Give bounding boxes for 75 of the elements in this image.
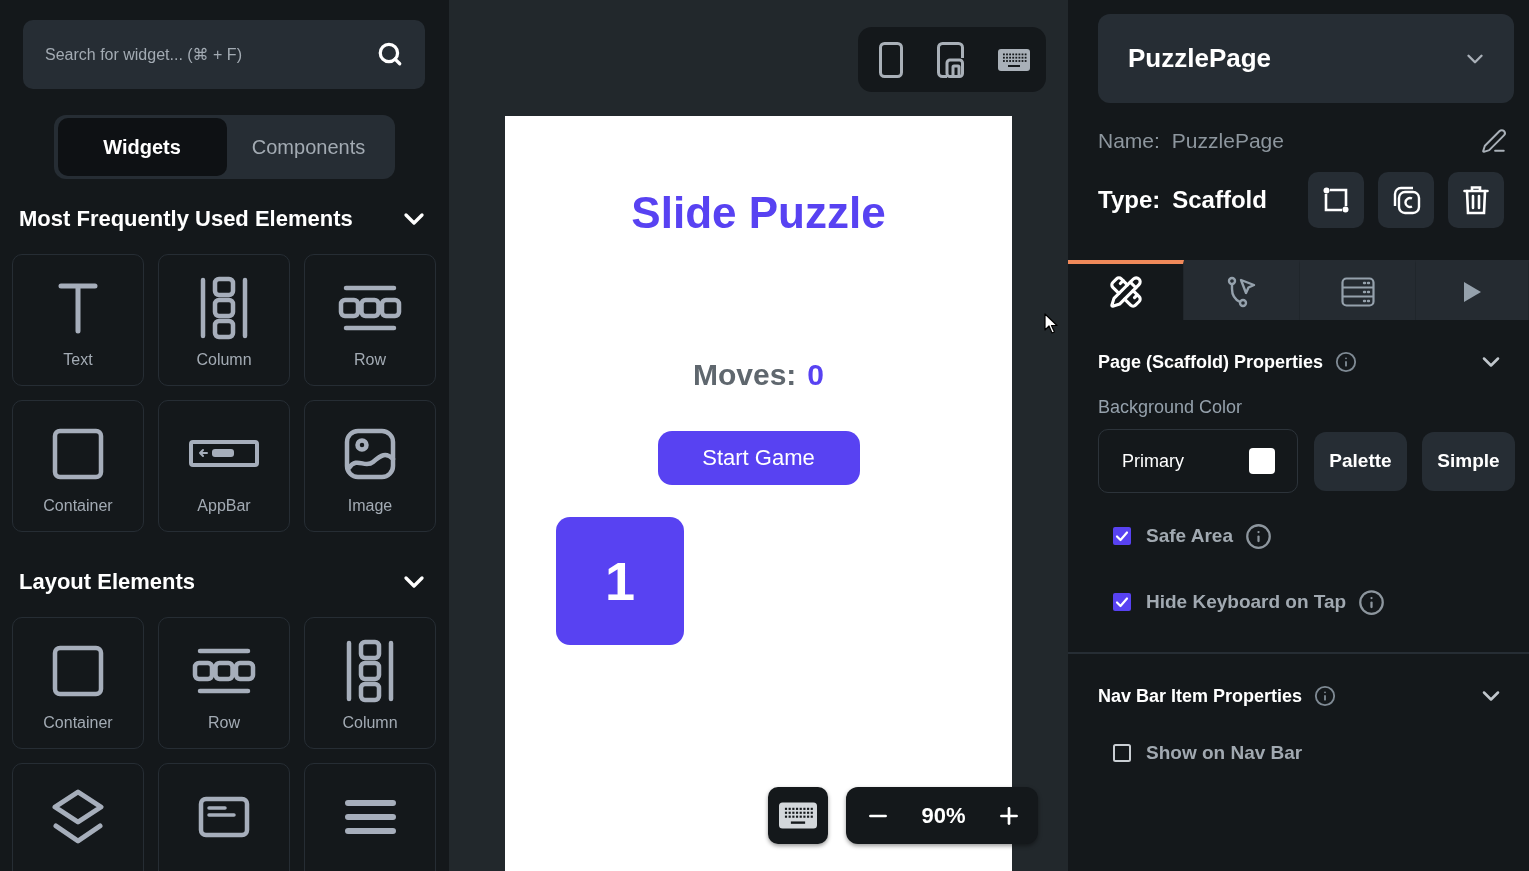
widget-tile[interactable]: Column — [304, 617, 436, 749]
layers-icon — [52, 789, 104, 845]
image-icon — [344, 428, 396, 480]
widget-tile[interactable]: Column — [158, 254, 290, 386]
app-bar-icon — [189, 440, 259, 468]
zoom-level: 90% — [921, 802, 966, 829]
moves-count: 0 — [807, 357, 824, 393]
option-label: Hide Keyboard on Tap — [1146, 591, 1347, 613]
list-lines-icon — [343, 799, 397, 835]
moves-label: Moves: — [692, 357, 797, 393]
widget-tile[interactable]: Container — [12, 617, 144, 749]
mode-button[interactable]: Palette — [1314, 431, 1407, 491]
widget-tile[interactable] — [158, 763, 290, 871]
checkbox[interactable] — [1113, 527, 1131, 545]
square-icon — [52, 645, 104, 697]
widget-tile[interactable]: Row — [304, 254, 436, 386]
card-icon — [198, 796, 250, 838]
letter-t-icon — [58, 282, 98, 334]
type-value: Scaffold — [1172, 186, 1267, 214]
widget-tile[interactable] — [304, 763, 436, 871]
field-label: Background Color — [1098, 397, 1244, 417]
search-icon[interactable] — [377, 41, 403, 67]
branch-cursor-icon — [1226, 276, 1257, 308]
widget-tile[interactable]: Container — [12, 400, 144, 532]
square-icon — [52, 428, 104, 480]
copy-icon — [1391, 185, 1421, 215]
section-title: Most Frequently Used Elements — [19, 206, 353, 232]
info-icon[interactable] — [1314, 685, 1337, 707]
server-icon — [1340, 277, 1375, 307]
duplicate-button[interactable] — [1378, 172, 1434, 228]
tab[interactable]: Widgets — [57, 118, 227, 176]
section-title: Nav Bar Item Properties — [1098, 685, 1303, 707]
checkbox[interactable] — [1113, 744, 1131, 762]
resize-square-icon — [1322, 186, 1350, 214]
app-title: Slide Puzzle — [631, 187, 886, 239]
pencil-icon[interactable] — [1481, 128, 1507, 154]
info-icon[interactable] — [1244, 522, 1272, 550]
start-game-button[interactable]: Start Game — [657, 431, 860, 485]
color-field[interactable]: Primary — [1098, 429, 1298, 493]
pencil-ruler-icon — [1108, 275, 1143, 309]
widget-tile[interactable]: Image — [304, 400, 436, 532]
section-title: Page (Scaffold) Properties — [1098, 351, 1324, 373]
widget-tile[interactable] — [12, 763, 144, 871]
play-icon — [1463, 282, 1481, 302]
option-label: Show on Nav Bar — [1146, 742, 1303, 764]
widget-tile[interactable]: Text — [12, 254, 144, 386]
section-title: Layout Elements — [19, 569, 196, 595]
info-icon[interactable] — [1358, 588, 1386, 616]
tab[interactable]: Components — [226, 118, 391, 176]
search-field[interactable]: Search for widget... (⌘ + F) — [23, 20, 425, 89]
name-label: Name: — [1098, 129, 1160, 153]
puzzle-tile[interactable]: 1 — [556, 517, 684, 645]
name-value: PuzzlePage — [1171, 129, 1285, 153]
column-layout-icon — [346, 639, 394, 703]
delete-button[interactable] — [1448, 172, 1504, 228]
column-layout-icon — [200, 276, 248, 340]
mode-button[interactable]: Simple — [1422, 431, 1515, 491]
type-label: Type: — [1098, 186, 1161, 214]
page-selector[interactable]: PuzzlePage — [1098, 14, 1514, 103]
keyboard-icon[interactable] — [779, 802, 817, 829]
info-icon[interactable] — [1335, 351, 1358, 373]
keyboard-icon[interactable] — [998, 48, 1030, 71]
widget-tile[interactable]: Row — [158, 617, 290, 749]
option-label: Safe Area — [1146, 525, 1233, 547]
transform-button[interactable] — [1308, 172, 1364, 228]
row-layout-icon — [338, 285, 402, 331]
row-layout-icon — [192, 648, 256, 694]
keyboard-button[interactable] — [768, 787, 828, 844]
smartphone-icon[interactable] — [879, 41, 903, 78]
checkbox[interactable] — [1113, 593, 1131, 611]
tablet-phone-icon[interactable] — [937, 41, 964, 78]
panel-tab[interactable] — [1068, 260, 1184, 320]
widget-tile[interactable]: AppBar — [158, 400, 290, 532]
trash-icon — [1463, 185, 1489, 215]
mouse-pointer-icon — [1044, 313, 1058, 334]
